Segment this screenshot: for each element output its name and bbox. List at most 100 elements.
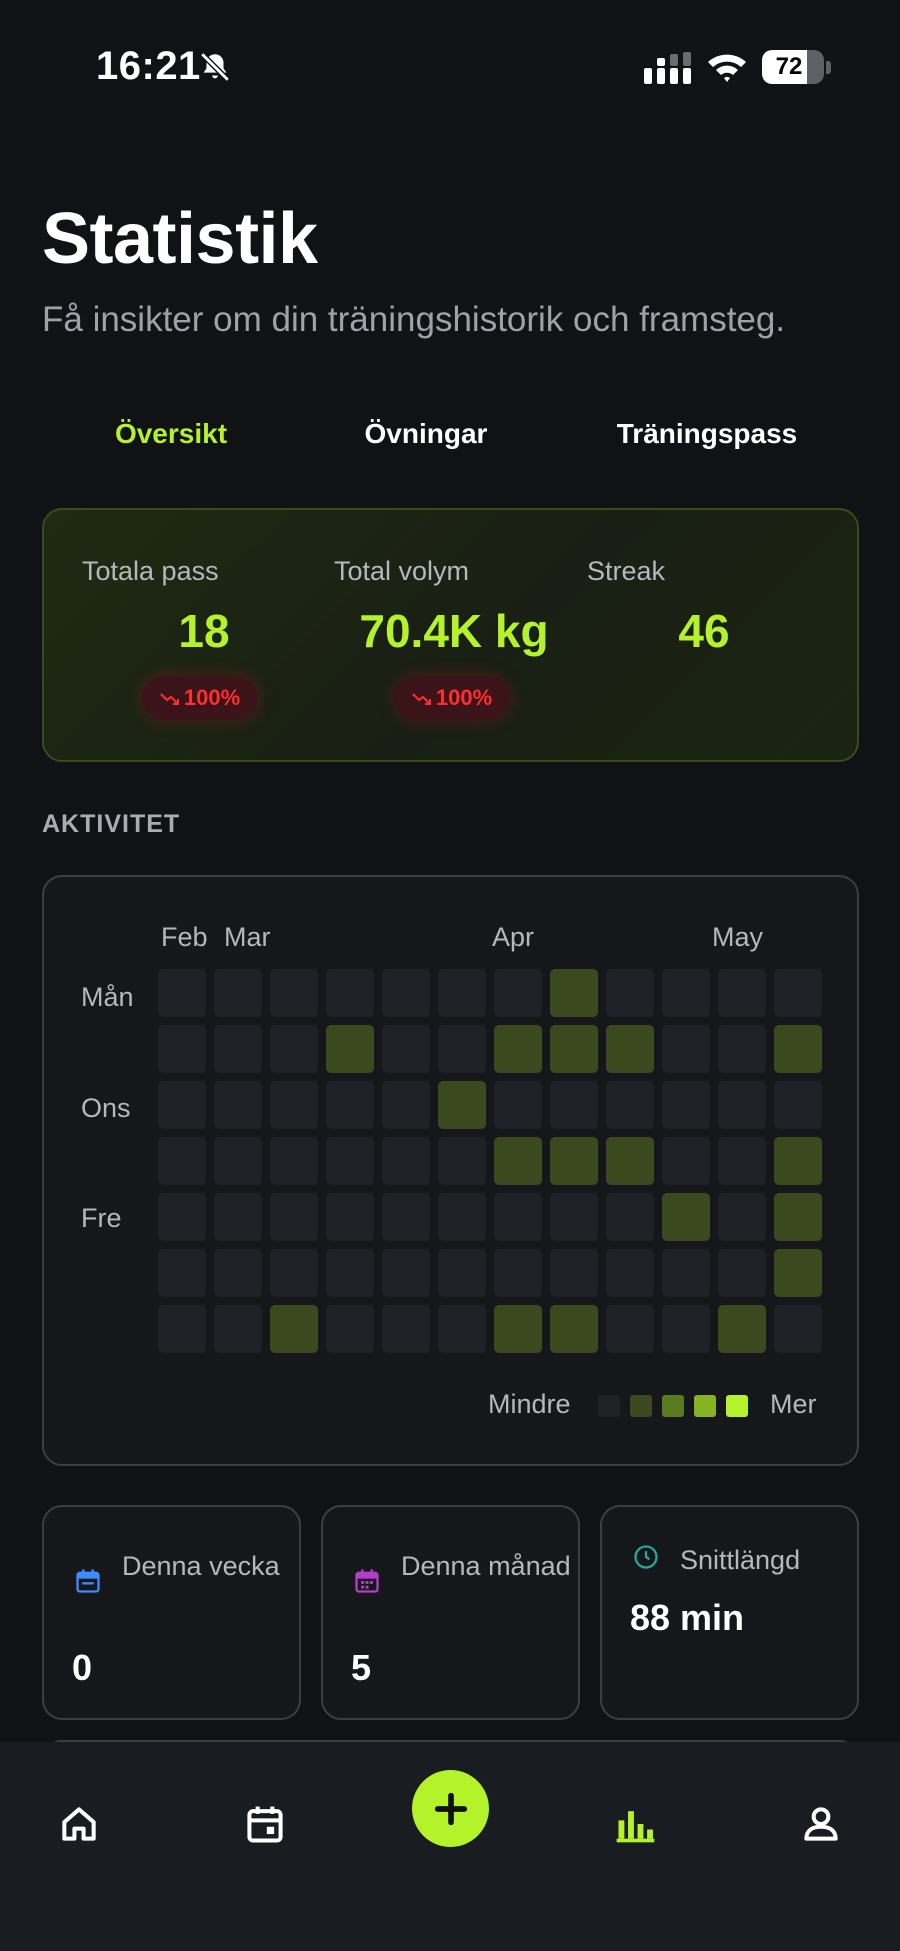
legend-more-label: Mer <box>770 1389 817 1419</box>
heatmap-cell <box>438 969 486 1017</box>
total-sessions-value: 18 <box>178 605 230 657</box>
streak-label: Streak <box>587 556 666 586</box>
legend-swatch <box>630 1395 652 1417</box>
battery-indicator: 72 <box>762 50 824 84</box>
heatmap-cell <box>494 1193 542 1241</box>
day-label-mon: Mån <box>81 982 134 1012</box>
heatmap-cell <box>382 1081 430 1129</box>
heatmap-cell <box>606 1025 654 1073</box>
cellular-signal-icon <box>644 52 691 84</box>
heatmap-cell <box>550 1081 598 1129</box>
trend-down-icon <box>160 693 179 706</box>
heatmap-cell <box>774 969 822 1017</box>
heatmap-cell <box>662 1305 710 1353</box>
heatmap-cell <box>438 1305 486 1353</box>
average-duration-label: Snittlängd <box>680 1545 801 1575</box>
heatmap-cell <box>774 1137 822 1185</box>
heatmap-cell <box>550 1193 598 1241</box>
total-volume-trend-badge: 100% <box>394 676 510 720</box>
trend-down-icon <box>412 693 431 706</box>
heatmap-cell <box>718 1249 766 1297</box>
heatmap-cell <box>214 1249 262 1297</box>
heatmap-cell <box>494 1081 542 1129</box>
heatmap-cell <box>494 1305 542 1353</box>
home-icon[interactable] <box>57 1802 101 1846</box>
heatmap-cell <box>494 1137 542 1185</box>
heatmap-cell <box>158 1137 206 1185</box>
total-sessions-label: Totala pass <box>82 556 219 586</box>
heatmap-cell <box>438 1081 486 1129</box>
heatmap-cell <box>774 1081 822 1129</box>
heatmap-cell <box>550 969 598 1017</box>
heatmap-cell <box>718 1305 766 1353</box>
heatmap-cell <box>382 969 430 1017</box>
legend-swatch <box>694 1395 716 1417</box>
heatmap-cell <box>214 1025 262 1073</box>
heatmap-cell <box>270 1081 318 1129</box>
total-volume-value: 70.4K kg <box>359 605 549 657</box>
heatmap-cell <box>270 1137 318 1185</box>
heatmap-cell <box>270 1193 318 1241</box>
this-week-card[interactable]: Denna vecka 0 <box>42 1505 301 1720</box>
heatmap-cell <box>494 1025 542 1073</box>
heatmap-cell <box>158 1305 206 1353</box>
stats-icon[interactable] <box>613 1802 657 1846</box>
legend-swatch <box>598 1395 620 1417</box>
activity-section-title: AKTIVITET <box>42 810 181 838</box>
heatmap-cell <box>438 1025 486 1073</box>
streak-value: 46 <box>678 605 730 657</box>
heatmap-cell <box>270 1305 318 1353</box>
status-time: 16:21 <box>96 44 201 88</box>
heatmap-cell <box>774 1249 822 1297</box>
overview-card: Totala pass 18 100% Total volym 70.4K kg… <box>42 508 859 762</box>
heatmap-cell <box>270 969 318 1017</box>
heatmap-cell <box>718 1025 766 1073</box>
this-week-label: Denna vecka <box>122 1551 280 1581</box>
bottom-navigation <box>0 1742 900 1951</box>
heatmap-cell <box>662 1249 710 1297</box>
heatmap-cell <box>550 1305 598 1353</box>
heatmap-cell <box>774 1025 822 1073</box>
calendar-month-icon <box>355 1569 379 1593</box>
heatmap-cell <box>550 1025 598 1073</box>
heatmap-cell <box>606 1081 654 1129</box>
heatmap-cell <box>774 1305 822 1353</box>
heatmap-cell <box>214 1137 262 1185</box>
total-sessions-trend: 100% <box>183 685 241 710</box>
heatmap-cell <box>718 1137 766 1185</box>
heatmap-cell <box>382 1305 430 1353</box>
heatmap-cell <box>494 969 542 1017</box>
total-volume-label: Total volym <box>334 556 470 586</box>
heatmap-cell <box>214 969 262 1017</box>
average-duration-card[interactable]: Snittlängd 88 min <box>600 1505 859 1720</box>
this-month-value: 5 <box>351 1647 372 1688</box>
tab-exercises[interactable]: Övningar <box>360 414 492 454</box>
heatmap-cell <box>214 1081 262 1129</box>
heatmap-cell <box>662 969 710 1017</box>
add-workout-button[interactable] <box>412 1770 489 1847</box>
tab-overview[interactable]: Översikt <box>106 414 236 454</box>
heatmap-cell <box>718 1193 766 1241</box>
activity-heatmap-card: Feb Mar Apr May Mån Ons Fre Mindre Mer <box>42 875 859 1466</box>
heatmap-cell <box>438 1249 486 1297</box>
day-label-fri: Fre <box>81 1203 122 1233</box>
month-label-may: May <box>712 922 764 952</box>
heatmap-cell <box>606 1305 654 1353</box>
heatmap-cell <box>606 1193 654 1241</box>
heatmap-cell <box>662 1081 710 1129</box>
month-label-mar: Mar <box>224 922 271 952</box>
profile-icon[interactable] <box>799 1802 843 1846</box>
heatmap-cell <box>326 1305 374 1353</box>
average-duration-value: 88 min <box>630 1597 745 1638</box>
calendar-icon[interactable] <box>243 1802 287 1846</box>
tab-workouts[interactable]: Träningspass <box>612 414 802 454</box>
statistics-screen: 16:21 72 Statistik Få insikter om din tr… <box>0 0 900 1951</box>
heatmap-cell <box>158 1193 206 1241</box>
heatmap-cell <box>606 1249 654 1297</box>
heatmap-cell <box>662 1193 710 1241</box>
heatmap-cell <box>382 1025 430 1073</box>
add-icon <box>434 1792 467 1825</box>
heatmap-cell <box>774 1193 822 1241</box>
this-month-card[interactable]: Denna månad 5 <box>321 1505 580 1720</box>
total-sessions-trend-badge: 100% <box>142 676 258 720</box>
